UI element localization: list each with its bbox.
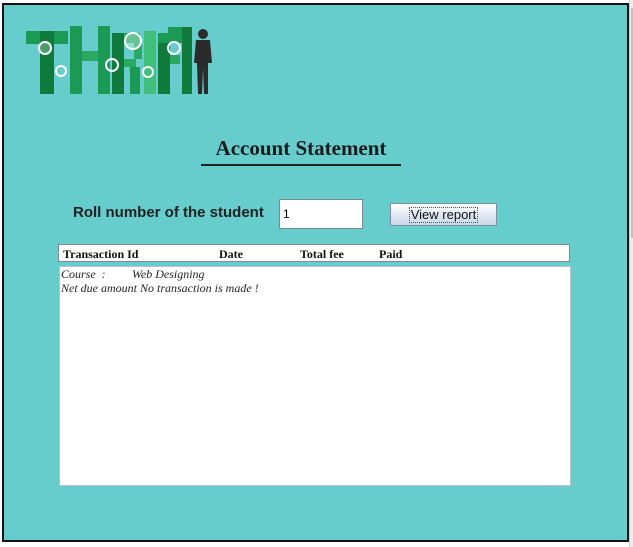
course-label: Course : — [61, 267, 106, 281]
column-total-fee: Total fee — [300, 247, 344, 261]
logo-letter-t-stem — [40, 31, 54, 94]
logo-letter-r-mid — [124, 59, 136, 67]
logo-letter-i — [144, 31, 156, 94]
roll-number-input[interactable] — [279, 199, 363, 229]
column-paid: Paid — [379, 247, 403, 261]
transaction-table-header: Transaction Id Date Total fee Paid — [58, 244, 570, 262]
column-date: Date — [219, 247, 243, 261]
window-scrollbar[interactable] — [629, 0, 633, 547]
net-due-message: Net due amount No transaction is made ! — [61, 281, 259, 295]
view-report-button-label: View report — [408, 206, 479, 223]
logo-letter-h-bar — [82, 51, 98, 61]
page-title: Account Statement — [201, 136, 401, 166]
logo-letter-f-mid — [170, 55, 180, 64]
report-text-area[interactable]: Course : Web Designing Net due amount No… — [59, 266, 571, 486]
roll-number-label: Roll number of the student — [73, 204, 264, 221]
column-transaction-id: Transaction Id — [63, 247, 139, 261]
course-value: Web Designing — [132, 267, 205, 281]
logo-letter-r-leg — [130, 67, 140, 94]
main-window: Account Statement Roll number of the stu… — [2, 3, 629, 542]
logo-letter-t2-stem — [182, 27, 192, 94]
businessman-silhouette-icon — [194, 29, 212, 94]
view-report-button[interactable]: View report — [390, 203, 497, 226]
logo-letter-h-left — [70, 26, 82, 94]
thrift-logo — [26, 26, 212, 94]
